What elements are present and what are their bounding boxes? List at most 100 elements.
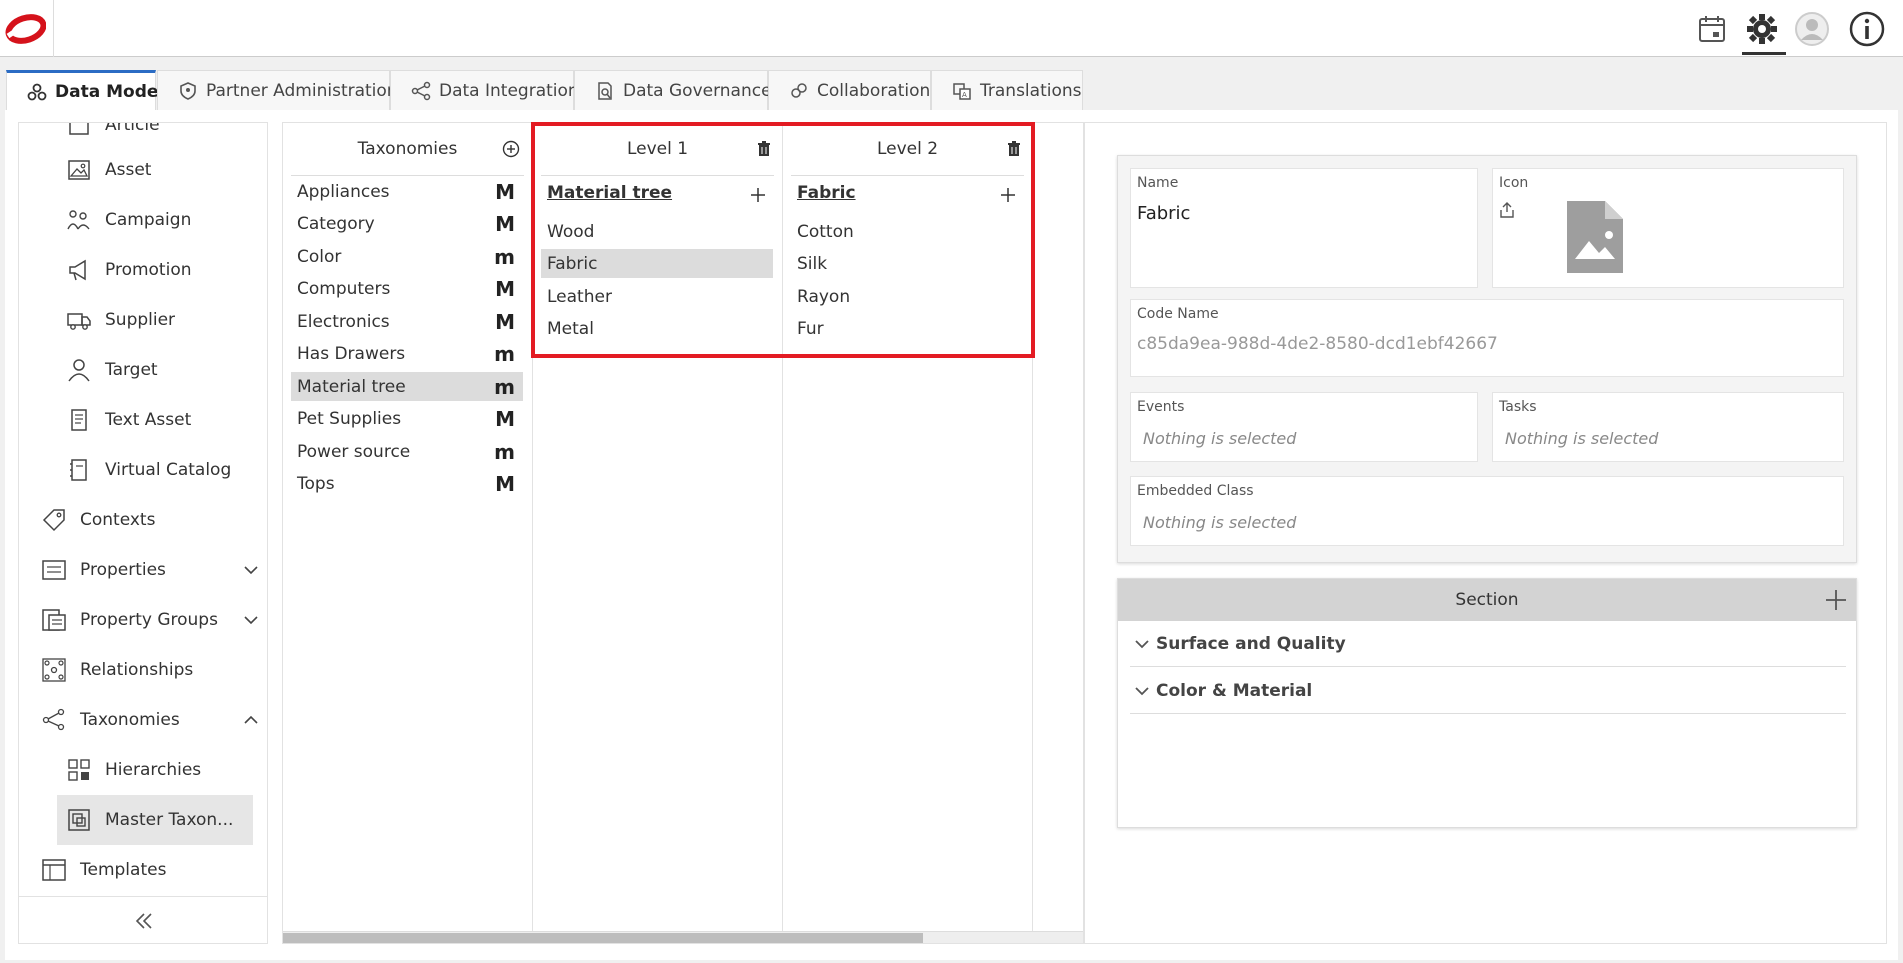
- upload-icon[interactable]: [1499, 201, 1515, 219]
- embedded-class-select[interactable]: Embedded Class Nothing is selected: [1130, 476, 1844, 546]
- chevron-down-icon[interactable]: [1134, 685, 1150, 697]
- level1-item[interactable]: Wood: [541, 217, 773, 246]
- taxonomy-label: Power source: [297, 441, 411, 462]
- sidebar-item-hierarchies[interactable]: Hierarchies: [65, 756, 201, 784]
- column-title: Level 2: [876, 139, 939, 159]
- sidebar-item-label: Asset: [105, 160, 152, 180]
- name-value[interactable]: Fabric: [1137, 203, 1190, 224]
- taxonomy-item[interactable]: Electronics M: [291, 307, 523, 336]
- property-groups-icon: [40, 606, 68, 634]
- translations-icon: A: [952, 81, 972, 101]
- top-bar: [0, 0, 1903, 57]
- tab-data-integration[interactable]: Data Integration: [390, 70, 579, 110]
- sidebar-item-article[interactable]: Article: [65, 123, 160, 139]
- sidebar-item-label: Master Taxon...: [105, 810, 234, 830]
- taxonomy-label: Pet Supplies: [297, 408, 402, 429]
- horizontal-scrollbar[interactable]: [283, 931, 1083, 943]
- chevron-down-icon[interactable]: [243, 614, 259, 626]
- section-row-surface-quality[interactable]: Surface and Quality: [1130, 621, 1846, 667]
- catalog-icon: [65, 456, 93, 484]
- add-section-icon[interactable]: [1824, 588, 1848, 612]
- chevron-down-icon[interactable]: [1134, 638, 1150, 650]
- sidebar-item-templates[interactable]: Templates: [40, 856, 166, 884]
- taxonomy-item[interactable]: Category M: [291, 209, 523, 238]
- sidebar-item-contexts[interactable]: Contexts: [40, 506, 155, 534]
- sidebar-item-promotion[interactable]: Promotion: [65, 256, 192, 284]
- events-select[interactable]: Events Nothing is selected: [1130, 392, 1478, 462]
- scrollbar-thumb[interactable]: [283, 933, 923, 943]
- sidebar-item-virtual-catalog[interactable]: Virtual Catalog: [65, 456, 231, 484]
- tab-data-governance[interactable]: Data Governance: [574, 70, 772, 110]
- level1-item[interactable]: Metal: [541, 314, 773, 343]
- level2-item[interactable]: Silk: [791, 249, 1023, 278]
- level1-item[interactable]: Leather: [541, 282, 773, 311]
- level2-item[interactable]: Rayon: [791, 282, 1023, 311]
- level1-parent-link[interactable]: Material tree: [547, 183, 672, 203]
- taxonomy-type-badge: m: [494, 341, 515, 366]
- field-label: Events: [1137, 399, 1185, 415]
- tab-label: Data Governance: [623, 80, 772, 101]
- svg-text:A: A: [962, 91, 967, 99]
- sidebar-item-relationships[interactable]: Relationships: [40, 656, 193, 684]
- sidebar-item-supplier[interactable]: Supplier: [65, 306, 175, 334]
- chevron-up-icon[interactable]: [243, 714, 259, 726]
- taxonomy-label: Color: [297, 246, 342, 267]
- tab-collaboration[interactable]: Collaboration: [768, 70, 931, 110]
- chevron-down-icon[interactable]: [243, 564, 259, 576]
- taxonomy-label: Computers: [297, 278, 391, 299]
- sidebar-item-property-groups[interactable]: Property Groups: [40, 606, 267, 634]
- taxonomy-item[interactable]: Color m: [291, 242, 523, 271]
- settings-icon[interactable]: [1743, 10, 1781, 48]
- sidebar-item-properties[interactable]: Properties: [40, 556, 267, 584]
- trash-icon[interactable]: [757, 141, 771, 157]
- user-avatar-icon[interactable]: [1793, 10, 1831, 48]
- taxonomy-item[interactable]: Pet Supplies M: [291, 404, 523, 433]
- taxonomy-item-selected[interactable]: Material tree m: [291, 372, 523, 401]
- tab-label: Collaboration: [817, 80, 931, 101]
- info-icon[interactable]: [1848, 10, 1886, 48]
- hierarchies-icon: [65, 756, 93, 784]
- add-icon[interactable]: [748, 185, 768, 205]
- level2-parent-link[interactable]: Fabric: [797, 183, 856, 203]
- sidebar-item-label: Campaign: [105, 210, 192, 230]
- governance-icon: [595, 81, 615, 101]
- sidebar-item-asset[interactable]: Asset: [65, 156, 151, 184]
- double-chevron-left-icon[interactable]: [134, 912, 154, 930]
- tab-partner-administration[interactable]: Partner Administration: [157, 70, 398, 110]
- events-placeholder: Nothing is selected: [1143, 429, 1297, 448]
- sidebar-item-target[interactable]: Target: [65, 356, 158, 384]
- tab-data-model[interactable]: Data Model: [6, 70, 164, 110]
- sidebar-item-label: Promotion: [105, 260, 192, 280]
- taxonomy-item[interactable]: Appliances M: [291, 177, 523, 206]
- name-field[interactable]: Name Fabric: [1130, 168, 1478, 288]
- taxonomies-header: Taxonomies: [283, 123, 532, 175]
- logo-divider: [53, 0, 54, 57]
- level2-item[interactable]: Cotton: [791, 217, 1023, 246]
- campaign-icon: [65, 206, 93, 234]
- tasks-select[interactable]: Tasks Nothing is selected: [1492, 392, 1844, 462]
- sidebar-item-taxonomies[interactable]: Taxonomies: [40, 706, 267, 734]
- divider: [291, 175, 524, 176]
- tab-label: Partner Administration: [206, 80, 398, 101]
- taxonomy-item[interactable]: Tops M: [291, 469, 523, 498]
- level1-item-selected[interactable]: Fabric: [541, 249, 773, 278]
- taxonomy-item[interactable]: Has Drawers m: [291, 339, 523, 368]
- app-logo[interactable]: [4, 14, 46, 44]
- add-icon[interactable]: [998, 185, 1018, 205]
- add-circle-icon[interactable]: [502, 140, 520, 158]
- sidebar-item-label: Properties: [80, 560, 166, 580]
- taxonomy-item[interactable]: Power source m: [291, 437, 523, 466]
- trash-icon[interactable]: [1007, 141, 1021, 157]
- settings-active-indicator: [1742, 52, 1786, 55]
- taxonomy-item[interactable]: Computers M: [291, 274, 523, 303]
- properties-icon: [40, 556, 68, 584]
- calendar-icon[interactable]: [1693, 10, 1731, 48]
- level2-item[interactable]: Fur: [791, 314, 1023, 343]
- sidebar-item-master-taxonomy[interactable]: Master Taxon...: [57, 795, 253, 845]
- sidebar-item-text-asset[interactable]: Text Asset: [65, 406, 191, 434]
- tab-translations[interactable]: A Translations: [931, 70, 1083, 110]
- taxonomy-label: Category: [297, 213, 375, 234]
- sidebar-item-campaign[interactable]: Campaign: [65, 206, 191, 234]
- section-row-color-material[interactable]: Color & Material: [1130, 668, 1846, 714]
- sidebar-footer: [19, 896, 267, 943]
